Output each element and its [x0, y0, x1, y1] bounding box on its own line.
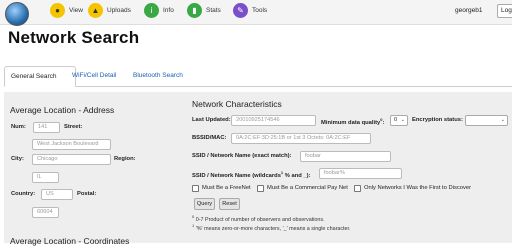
postal-label: Postal:: [77, 191, 97, 197]
country-input[interactable]: US: [41, 189, 73, 200]
footnote-wildcards-mark: 1: [192, 223, 195, 228]
ssid-wildcard-label-suffix: % and _):: [283, 172, 311, 179]
nav-item-tools-label: Tools: [252, 7, 268, 14]
freenet-checkbox[interactable]: [192, 185, 199, 192]
username-link[interactable]: georgeb1: [455, 7, 482, 14]
nav-item-view-label: View: [69, 7, 83, 14]
last-updated-label: Last Updated:: [192, 117, 231, 123]
ssid-exact-input[interactable]: foobar: [300, 151, 391, 162]
first-discover-checkbox-label: Only Networks I Was the First to Discove…: [364, 185, 472, 191]
nav-item-info[interactable]: i Info: [144, 3, 174, 18]
tools-icon: ✎: [233, 3, 248, 18]
country-label: Country:: [11, 191, 36, 197]
login-button[interactable]: Log: [497, 4, 512, 18]
ssid-exact-label: SSID / Network Name (exact match):: [192, 153, 292, 159]
last-updated-input[interactable]: 20010925174546: [231, 115, 316, 126]
nav-item-stats-label: Stats: [206, 7, 221, 14]
chevron-down-icon: ⌄: [500, 117, 505, 123]
num-input[interactable]: 141: [33, 122, 60, 133]
footnote-wildcards-text: '%' means zero-or-more characters, '_' m…: [195, 225, 351, 232]
min-quality-label-text: Minimum data quality: [321, 119, 381, 126]
region-input[interactable]: IL: [32, 172, 59, 183]
footnote-quality: 0 0-7 Product of number of observers and…: [192, 214, 325, 223]
nav-item-info-label: Info: [163, 7, 174, 14]
top-navigation-bar: ● View ▲ Uploads i Info ▮ Stats ✎ Tools …: [0, 0, 512, 26]
nav-item-uploads-label: Uploads: [107, 7, 131, 14]
paynet-checkbox[interactable]: [257, 185, 264, 192]
tab-wifi-cell-detail[interactable]: WiFi/Cell Detail: [66, 66, 122, 85]
ssid-wildcard-input[interactable]: foobar%: [319, 168, 402, 179]
city-label: City:: [11, 156, 24, 162]
footnote-wildcards: 1 '%' means zero-or-more characters, '_'…: [192, 223, 351, 232]
info-icon: i: [144, 3, 159, 18]
encryption-label: Encryption status:: [412, 117, 463, 123]
nav-item-tools[interactable]: ✎ Tools: [233, 3, 267, 18]
nav-item-uploads[interactable]: ▲ Uploads: [88, 3, 131, 18]
page-title: Network Search: [8, 28, 140, 47]
upload-icon: ▲: [88, 3, 103, 18]
tab-bar: General Search WiFi/Cell Detail Bluetoot…: [4, 66, 512, 87]
min-quality-select[interactable]: 0 ⌄: [390, 115, 408, 126]
first-discover-checkbox[interactable]: [354, 185, 361, 192]
nav-item-stats[interactable]: ▮ Stats: [187, 3, 221, 18]
min-quality-value: 0: [394, 117, 398, 123]
encryption-select[interactable]: ⌄: [465, 115, 508, 126]
footnote-quality-text: 0-7 Product of number of observers and o…: [195, 216, 325, 223]
region-label: Region:: [114, 156, 136, 162]
min-quality-label: Minimum data quality0:: [321, 117, 385, 126]
freenet-checkbox-label: Must Be a FreeNet: [202, 185, 251, 191]
chevron-down-icon: ⌄: [400, 117, 405, 123]
city-input[interactable]: Chicago: [32, 154, 111, 165]
ssid-wildcard-label: SSID / Network Name (wildcards1 % and _)…: [192, 170, 311, 179]
footnote-quality-mark: 0: [192, 214, 195, 219]
reset-button[interactable]: Reset: [219, 198, 240, 210]
tab-bluetooth-search[interactable]: Bluetooth Search: [127, 66, 189, 85]
paynet-checkbox-label: Must Be a Commercial Pay Net: [267, 185, 348, 191]
num-label: Num:: [11, 124, 26, 130]
globe-logo-icon[interactable]: [5, 2, 29, 26]
coordinates-section-heading: Average Location - Coordinates: [10, 236, 130, 246]
ssid-wildcard-label-text: SSID / Network Name (wildcards: [192, 172, 281, 179]
min-quality-footnote-mark: 0: [380, 117, 383, 122]
bssid-label: BSSID/MAC:: [192, 135, 227, 141]
street-input[interactable]: West Jackson Boulevard: [32, 139, 111, 150]
nav-item-view[interactable]: ● View: [50, 3, 83, 18]
query-button[interactable]: Query: [194, 198, 215, 210]
street-label: Street:: [64, 124, 83, 130]
network-section-heading: Network Characteristics: [192, 99, 282, 109]
eye-icon: ●: [50, 3, 65, 18]
stats-icon: ▮: [187, 3, 202, 18]
postal-input[interactable]: 60604: [32, 207, 59, 218]
address-section-heading: Average Location - Address: [10, 105, 115, 115]
bssid-input[interactable]: 0A:2C:EF:3D:25:1B or 1st 3 Octets: 0A:2C…: [231, 133, 371, 144]
search-form-panel: Average Location - Address Num: 141 Stre…: [4, 92, 512, 246]
